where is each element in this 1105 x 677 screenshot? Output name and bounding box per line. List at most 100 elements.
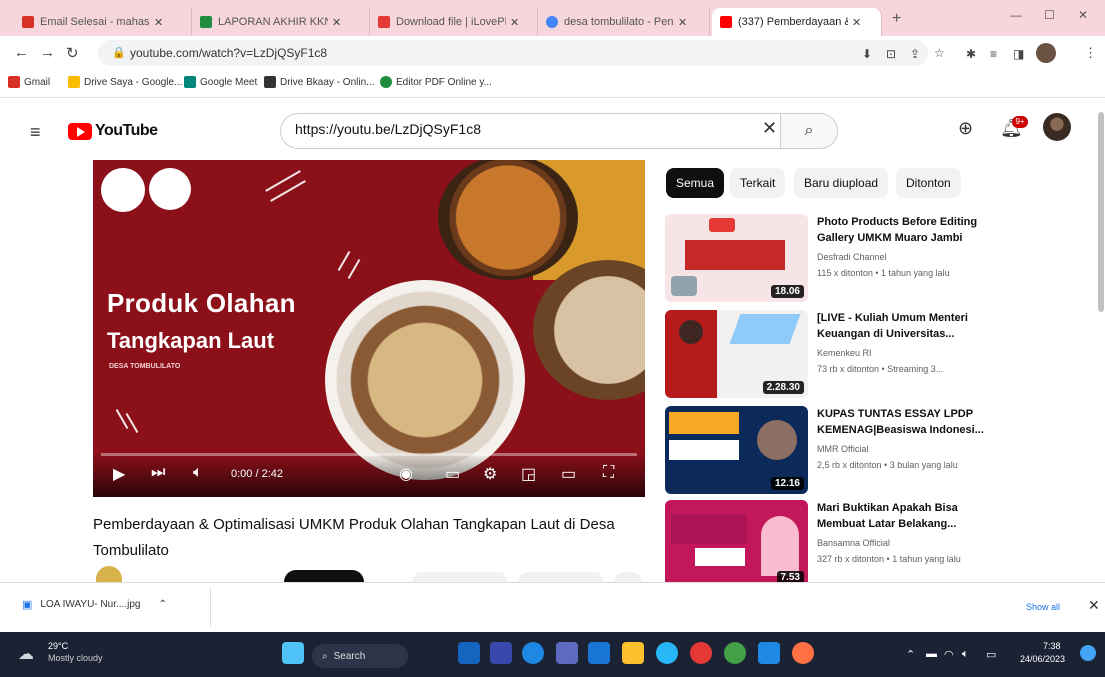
download-item[interactable]: ▣ LOA IWAYU- Nur....jpg ⌃	[22, 598, 167, 611]
bookmark-item[interactable]: Editor PDF Online y...	[380, 76, 492, 88]
autoplay-toggle-icon[interactable]: ◉	[399, 464, 413, 484]
show-all-button[interactable]: Show all	[1026, 602, 1060, 612]
more-actions-button[interactable]	[614, 572, 642, 582]
create-video-icon[interactable]: ⊕	[958, 118, 973, 139]
notification-center-icon[interactable]	[1080, 645, 1096, 661]
new-tab-button[interactable]: +	[892, 10, 901, 28]
file-explorer-icon[interactable]	[622, 642, 644, 664]
app-icon[interactable]	[458, 642, 480, 664]
close-tab-icon[interactable]: ✕	[678, 16, 687, 29]
windows-start-icon[interactable]	[282, 642, 304, 664]
install-icon[interactable]: ⊡	[886, 47, 896, 61]
close-tab-icon[interactable]: ✕	[154, 16, 163, 29]
volume-icon[interactable]: 🔈︎	[962, 648, 969, 661]
avatar[interactable]	[1043, 113, 1071, 141]
edge-icon[interactable]	[522, 642, 544, 664]
chip-watched[interactable]: Ditonton	[896, 168, 961, 198]
close-icon[interactable]: ✕	[1088, 597, 1100, 614]
video-thumbnail[interactable]: 12.16	[665, 406, 808, 494]
close-window-icon[interactable]: ✕	[1078, 8, 1088, 22]
settings-gear-icon[interactable]: ⚙	[483, 464, 497, 484]
close-tab-icon[interactable]: ✕	[510, 16, 519, 29]
forward-icon[interactable]: →	[40, 44, 55, 61]
bookmark-item[interactable]: Drive Saya - Google...	[68, 76, 182, 88]
reading-list-icon[interactable]: ≡	[990, 47, 997, 61]
close-tab-icon[interactable]: ✕	[332, 16, 341, 29]
extensions-icon[interactable]: ✱	[966, 47, 976, 61]
battery-icon[interactable]: ▬	[926, 648, 937, 660]
share-button[interactable]	[518, 572, 604, 582]
image-file-icon: ▣	[22, 599, 33, 611]
reload-icon[interactable]: ↻	[66, 44, 79, 62]
maximize-icon[interactable]: ☐	[1044, 8, 1055, 22]
youtube-logo[interactable]: YouTube	[68, 122, 158, 140]
profile-avatar[interactable]	[1036, 43, 1056, 63]
clock-time[interactable]: 7:38	[1043, 641, 1061, 651]
like-button[interactable]	[412, 572, 508, 582]
recommended-video[interactable]: 18.06 Photo Products Before Editing Gall…	[665, 214, 995, 306]
wifi-icon[interactable]: ◠	[944, 648, 954, 661]
miniplayer-icon[interactable]: ◲	[521, 464, 536, 484]
clear-search-icon[interactable]: ✕	[762, 118, 777, 139]
chevron-up-icon[interactable]: ⌃	[158, 599, 166, 610]
chevron-up-icon[interactable]: ⌃	[906, 648, 915, 661]
back-icon[interactable]: ←	[14, 44, 29, 61]
play-icon[interactable]: ▶	[113, 464, 125, 484]
video-time: 0:00 / 2:42	[231, 468, 283, 480]
minimize-icon[interactable]: —	[1010, 8, 1022, 22]
more-menu-icon[interactable]: ⋮	[1084, 45, 1097, 61]
hamburger-menu-icon[interactable]: ≡	[30, 122, 41, 143]
browser-tab[interactable]: Download file | iLovePDF✕	[370, 8, 538, 36]
bookmark-star-icon[interactable]: ☆	[934, 46, 945, 60]
video-thumbnail[interactable]: 18.06	[665, 214, 808, 302]
bookmark-item[interactable]: Drive Bkaay - Onlin...	[264, 76, 374, 88]
bookmark-item[interactable]: Gmail	[8, 76, 50, 88]
download-icon[interactable]: ⬇	[862, 47, 872, 61]
bookmark-item[interactable]: Google Meet	[184, 76, 257, 88]
browser-tab[interactable]: LAPORAN AKHIR KKN TEMATIK✕	[192, 8, 370, 36]
chip-recently-uploaded[interactable]: Baru diupload	[794, 168, 889, 198]
recommended-video[interactable]: 2.28.30 [LIVE - Kuliah Umum Menteri Keua…	[665, 310, 995, 402]
taskbar-search[interactable]: ⌕ Search	[312, 644, 408, 668]
search-button[interactable]: ⌕	[780, 113, 838, 149]
telegram-icon[interactable]	[656, 642, 678, 664]
theater-mode-icon[interactable]: ▭	[561, 464, 576, 484]
whatsapp-icon[interactable]	[724, 642, 746, 664]
page-scrollbar[interactable]	[1098, 112, 1104, 312]
chip-all[interactable]: Semua	[666, 168, 725, 198]
video-thumbnail[interactable]: 7.53	[665, 500, 808, 588]
channel-avatar[interactable]	[96, 566, 122, 582]
thumbnail-graphic	[729, 314, 801, 344]
chip-related[interactable]: Terkait	[730, 168, 786, 198]
fullscreen-icon[interactable]: ⛶	[603, 464, 614, 482]
chrome-icon[interactable]	[690, 642, 712, 664]
browser-tab[interactable]: desa tombulilato - Penelusuran✕	[538, 8, 710, 36]
next-icon[interactable]: ⏭	[151, 464, 165, 482]
firefox-icon[interactable]	[792, 642, 814, 664]
recommended-video[interactable]: 7.53 Mari Buktikan Apakah Bisa Membuat L…	[665, 500, 995, 592]
lock-icon[interactable]: 🔒	[112, 46, 126, 59]
video-thumbnail[interactable]: 2.28.30	[665, 310, 808, 398]
teams-icon[interactable]	[556, 642, 578, 664]
side-panel-icon[interactable]: ◨	[1013, 47, 1024, 61]
video-player[interactable]: Produk Olahan Tangkapan Laut DESA TOMBUL…	[93, 160, 645, 497]
video-overlay-title: Produk Olahan	[107, 288, 296, 318]
subscribe-button[interactable]	[284, 570, 364, 582]
volume-icon[interactable]: 🔈︎	[193, 464, 203, 482]
recommended-video[interactable]: 12.16 KUPAS TUNTAS ESSAY LPDP KEMENAG|Be…	[665, 406, 995, 498]
word-icon[interactable]	[588, 642, 610, 664]
store-icon[interactable]	[758, 642, 780, 664]
task-view-icon[interactable]	[490, 642, 512, 664]
browser-tab-active[interactable]: (337) Pemberdayaan & UMKM✕	[712, 8, 882, 36]
video-overlay-subtitle: Tangkapan Laut	[107, 328, 275, 353]
share-icon[interactable]: ⇪	[910, 47, 920, 61]
clock-date[interactable]: 24/06/2023	[1020, 654, 1065, 664]
decor-stripe	[265, 170, 301, 192]
close-tab-icon[interactable]: ✕	[852, 16, 861, 29]
progress-bar[interactable]	[101, 453, 637, 456]
food-plate-image	[325, 280, 525, 480]
display-icon[interactable]: ▭	[986, 648, 996, 661]
subtitles-icon[interactable]: ▭	[445, 464, 460, 484]
weather-cloud-icon: ☁	[18, 646, 34, 663]
browser-tab[interactable]: Email Selesai - mahasiswa✕	[14, 8, 192, 36]
